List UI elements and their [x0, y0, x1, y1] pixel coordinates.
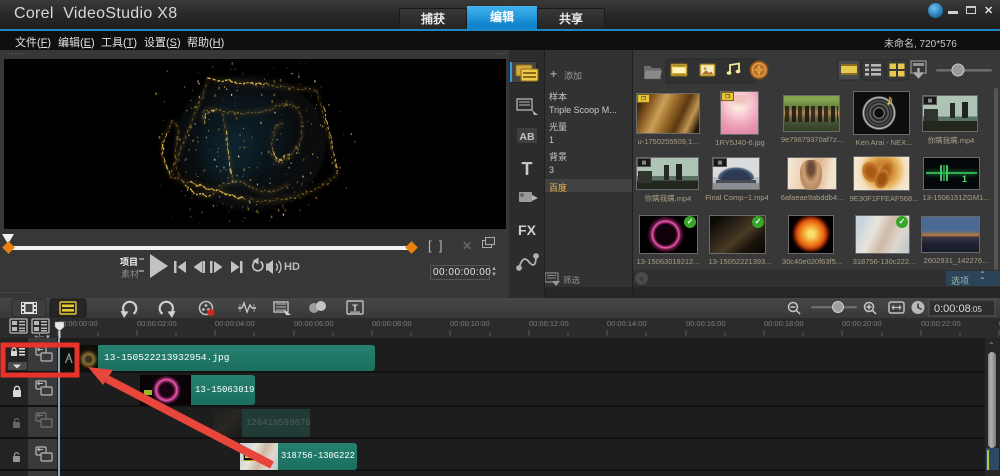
- svg-text:FX: FX: [518, 222, 537, 238]
- svg-text:00:00:22:00: 00:00:22:00: [921, 319, 961, 328]
- svg-text:00:00:18:00: 00:00:18:00: [764, 319, 804, 328]
- svg-text:AB: AB: [519, 131, 535, 143]
- svg-text:T: T: [522, 159, 533, 179]
- svg-text:00:00:12:00: 00:00:12:00: [529, 319, 569, 328]
- svg-text:00:00:04:00: 00:00:04:00: [215, 319, 255, 328]
- svg-text:00:00:06:00: 00:00:06:00: [294, 319, 334, 328]
- svg-text:00:00:16:00: 00:00:16:00: [686, 319, 726, 328]
- svg-text:00:00:10:00: 00:00:10:00: [450, 319, 490, 328]
- svg-text:00:00:20:00: 00:00:20:00: [842, 319, 882, 328]
- svg-text:00:00:14:00: 00:00:14:00: [607, 319, 647, 328]
- svg-text:0:00:08:05: 0:00:08:05: [934, 303, 982, 315]
- svg-text:00:00:02:00: 00:00:02:00: [137, 319, 177, 328]
- svg-text:00:00:08:00: 00:00:08:00: [372, 319, 412, 328]
